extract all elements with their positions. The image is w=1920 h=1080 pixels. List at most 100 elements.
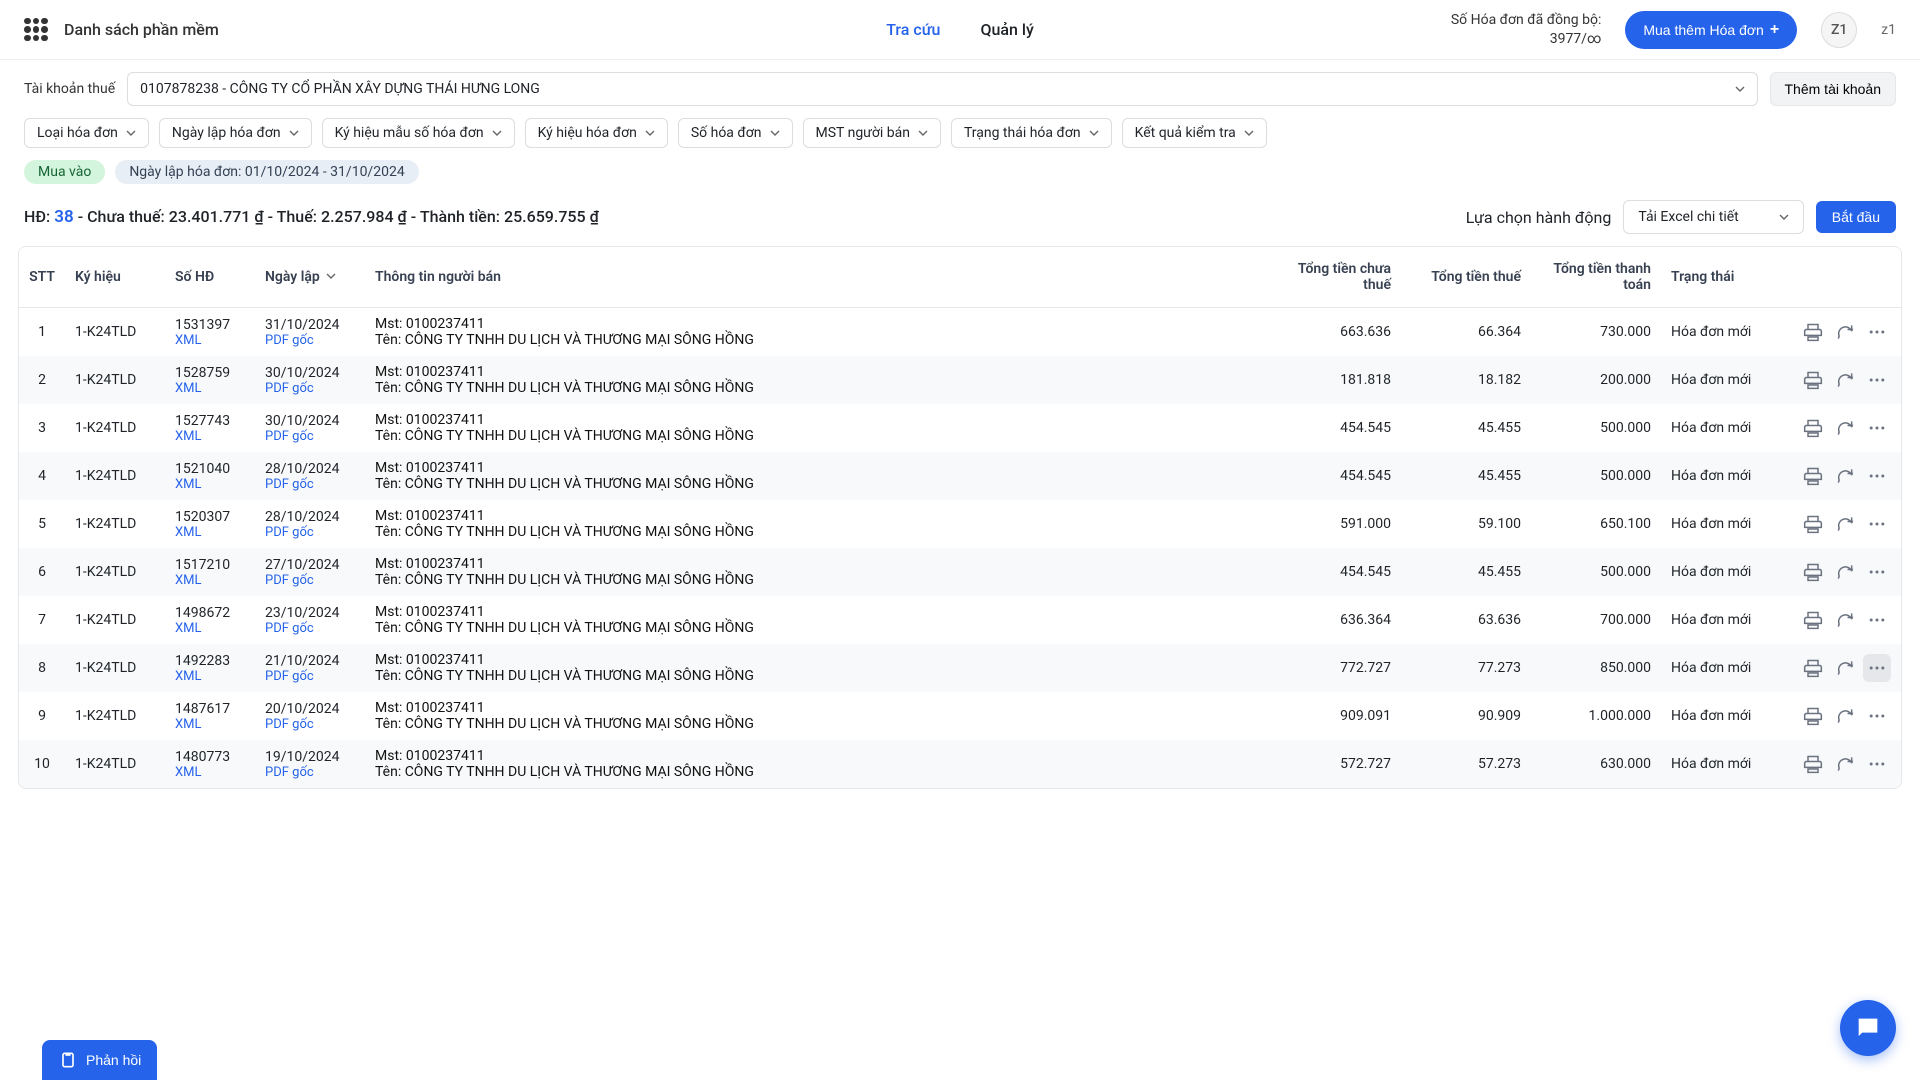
table-row[interactable]: 101-K24TLD1480773XML19/10/2024PDF gốcMst…	[19, 740, 1901, 788]
pdf-link[interactable]: PDF gốc	[265, 525, 355, 540]
refresh-button[interactable]	[1831, 462, 1859, 490]
xml-link[interactable]: XML	[175, 429, 245, 444]
cell-tax: 57.273	[1401, 740, 1531, 788]
pdf-link[interactable]: PDF gốc	[265, 333, 355, 348]
xml-link[interactable]: XML	[175, 717, 245, 732]
xml-link[interactable]: XML	[175, 525, 245, 540]
col-status[interactable]: Trạng thái	[1661, 247, 1781, 308]
more-button[interactable]	[1863, 318, 1891, 346]
cell-symbol: 1-K24TLD	[65, 356, 165, 404]
table-row[interactable]: 31-K24TLD1527743XML30/10/2024PDF gốcMst:…	[19, 404, 1901, 452]
chat-fab[interactable]	[1840, 1000, 1896, 1056]
more-button[interactable]	[1863, 366, 1891, 394]
table-row[interactable]: 81-K24TLD1492283XML21/10/2024PDF gốcMst:…	[19, 644, 1901, 692]
xml-link[interactable]: XML	[175, 333, 245, 348]
table-row[interactable]: 41-K24TLD1521040XML28/10/2024PDF gốcMst:…	[19, 452, 1901, 500]
pdf-link[interactable]: PDF gốc	[265, 765, 355, 780]
table-row[interactable]: 21-K24TLD1528759XML30/10/2024PDF gốcMst:…	[19, 356, 1901, 404]
filter-number[interactable]: Số hóa đơn	[678, 118, 793, 148]
more-button[interactable]	[1863, 510, 1891, 538]
tag-date-range[interactable]: Ngày lập hóa đơn: 01/10/2024 - 31/10/202…	[115, 160, 418, 184]
table-row[interactable]: 71-K24TLD1498672XML23/10/2024PDF gốcMst:…	[19, 596, 1901, 644]
col-seller[interactable]: Thông tin người bán	[365, 247, 1271, 308]
filter-symbol[interactable]: Ký hiệu hóa đơn	[525, 118, 668, 148]
print-button[interactable]	[1799, 366, 1827, 394]
xml-link[interactable]: XML	[175, 669, 245, 684]
table-row[interactable]: 11-K24TLD1531397XML31/10/2024PDF gốcMst:…	[19, 308, 1901, 357]
more-button[interactable]	[1863, 750, 1891, 778]
col-date[interactable]: Ngày lập	[255, 247, 365, 308]
filter-type[interactable]: Loại hóa đơn	[24, 118, 149, 148]
col-stt[interactable]: STT	[19, 247, 65, 308]
xml-link[interactable]: XML	[175, 621, 245, 636]
more-button[interactable]	[1863, 414, 1891, 442]
filter-check-result[interactable]: Kết quả kiểm tra	[1122, 118, 1267, 148]
col-pretax[interactable]: Tổng tiền chưa thuế	[1271, 247, 1401, 308]
col-tax[interactable]: Tổng tiền thuế	[1401, 247, 1531, 308]
more-button[interactable]	[1863, 558, 1891, 586]
filter-date[interactable]: Ngày lập hóa đơn	[159, 118, 312, 148]
more-button[interactable]	[1863, 606, 1891, 634]
summary-hd-label: HĐ:	[24, 207, 50, 226]
buy-more-button[interactable]: Mua thêm Hóa đơn +	[1625, 11, 1797, 49]
print-button[interactable]	[1799, 510, 1827, 538]
add-account-button[interactable]: Thêm tài khoản	[1770, 72, 1897, 106]
pdf-link[interactable]: PDF gốc	[265, 477, 355, 492]
pdf-link[interactable]: PDF gốc	[265, 717, 355, 732]
cell-tax: 59.100	[1401, 500, 1531, 548]
pdf-link[interactable]: PDF gốc	[265, 573, 355, 588]
pdf-link[interactable]: PDF gốc	[265, 381, 355, 396]
refresh-button[interactable]	[1831, 318, 1859, 346]
xml-link[interactable]: XML	[175, 765, 245, 780]
xml-link[interactable]: XML	[175, 573, 245, 588]
buy-more-label: Mua thêm Hóa đơn	[1643, 22, 1763, 38]
filter-status[interactable]: Trạng thái hóa đơn	[951, 118, 1112, 148]
more-button[interactable]	[1863, 654, 1891, 682]
print-button[interactable]	[1799, 558, 1827, 586]
filter-seller-mst[interactable]: MST người bán	[803, 118, 941, 148]
print-button[interactable]	[1799, 462, 1827, 490]
col-symbol[interactable]: Ký hiệu	[65, 247, 165, 308]
refresh-button[interactable]	[1831, 510, 1859, 538]
filter-template[interactable]: Ký hiệu mẫu số hóa đơn	[322, 118, 515, 148]
print-button[interactable]	[1799, 654, 1827, 682]
pdf-link[interactable]: PDF gốc	[265, 669, 355, 684]
tag-buy[interactable]: Mua vào	[24, 160, 105, 184]
avatar[interactable]: Z1	[1821, 12, 1857, 48]
table-row[interactable]: 91-K24TLD1487617XML20/10/2024PDF gốcMst:…	[19, 692, 1901, 740]
more-button[interactable]	[1863, 702, 1891, 730]
refresh-button[interactable]	[1831, 414, 1859, 442]
account-select[interactable]: 0107878238 - CÔNG TY CỔ PHẦN XÂY DỰNG TH…	[127, 72, 1757, 106]
feedback-button[interactable]: Phản hồi	[42, 1040, 157, 1080]
pdf-link[interactable]: PDF gốc	[265, 429, 355, 444]
tab-lookup[interactable]: Tra cứu	[886, 20, 940, 39]
refresh-button[interactable]	[1831, 654, 1859, 682]
refresh-button[interactable]	[1831, 558, 1859, 586]
print-button[interactable]	[1799, 750, 1827, 778]
print-button[interactable]	[1799, 702, 1827, 730]
cell-date: 28/10/2024PDF gốc	[255, 452, 365, 500]
print-button[interactable]	[1799, 414, 1827, 442]
refresh-button[interactable]	[1831, 366, 1859, 394]
col-total[interactable]: Tổng tiền thanh toán	[1531, 247, 1661, 308]
cell-seller: Mst: 0100237411Tên: CÔNG TY TNHH DU LỊCH…	[365, 740, 1271, 788]
start-button[interactable]: Bắt đầu	[1816, 201, 1896, 233]
refresh-button[interactable]	[1831, 702, 1859, 730]
col-number[interactable]: Số HĐ	[165, 247, 255, 308]
action-select[interactable]: Tải Excel chi tiết	[1623, 200, 1803, 234]
refresh-button[interactable]	[1831, 750, 1859, 778]
table-row[interactable]: 51-K24TLD1520307XML28/10/2024PDF gốcMst:…	[19, 500, 1901, 548]
refresh-button[interactable]	[1831, 606, 1859, 634]
tab-manage[interactable]: Quản lý	[980, 20, 1033, 39]
table-row[interactable]: 61-K24TLD1517210XML27/10/2024PDF gốcMst:…	[19, 548, 1901, 596]
cell-date: 20/10/2024PDF gốc	[255, 692, 365, 740]
apps-grid-icon[interactable]	[24, 18, 48, 42]
more-button[interactable]	[1863, 462, 1891, 490]
xml-link[interactable]: XML	[175, 381, 245, 396]
app-menu-title[interactable]: Danh sách phần mềm	[64, 20, 219, 39]
cell-number: 1487617XML	[165, 692, 255, 740]
print-button[interactable]	[1799, 606, 1827, 634]
pdf-link[interactable]: PDF gốc	[265, 621, 355, 636]
print-button[interactable]	[1799, 318, 1827, 346]
xml-link[interactable]: XML	[175, 477, 245, 492]
